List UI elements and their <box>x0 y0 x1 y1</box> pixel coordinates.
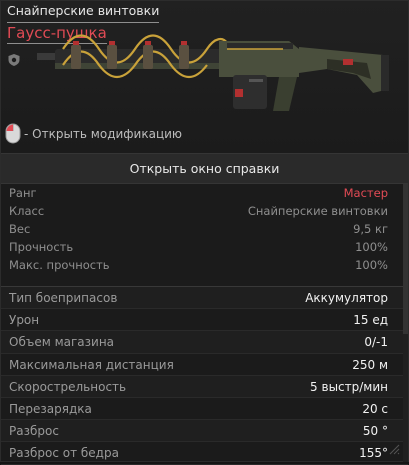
stat-row-magazine: Объем магазина 0/-1 <box>1 331 408 354</box>
stat-row-durability: Прочность 100% <box>1 238 408 256</box>
stat-label: Объем магазина <box>9 335 115 350</box>
stat-row-max-durability: Макс. прочность 100% <box>1 256 408 274</box>
basic-stats: Ранг Мастер Класс Снайперские винтовки Вес… <box>1 184 408 274</box>
stat-row-rate-of-fire: Скорострельность 5 выстр/мин <box>1 375 408 398</box>
stat-value: 155° <box>359 446 388 461</box>
stat-value: 20 с <box>362 401 388 416</box>
weapon-stats: Тип боеприпасов Аккумулятор Урон 15 ед Объ… <box>1 286 408 465</box>
item-tooltip: Снайперские винтовки Гаусс-пушка - Откры… <box>0 0 409 465</box>
hint-text: - Открыть модификацию <box>24 126 183 141</box>
stat-label: Урон <box>9 313 40 328</box>
stat-value: Аккумулятор <box>305 291 388 305</box>
stat-row-spread: Разброс 50 ° <box>1 420 408 443</box>
stat-label: Разброс <box>9 424 59 439</box>
stat-row-ammo-type: Тип боеприпасов Аккумулятор <box>1 287 408 310</box>
item-header: Снайперские винтовки Гаусс-пушка - Откры… <box>1 1 408 151</box>
stat-label: Разброс от бедра <box>9 446 119 461</box>
stat-row-hip-spread: Разброс от бедра 155° <box>1 442 408 465</box>
stat-label: Класс <box>9 204 45 218</box>
stat-label: Максимальная дистанция <box>9 357 174 372</box>
stat-label: Скорострельность <box>9 379 127 394</box>
stat-row-rank: Ранг Мастер <box>1 184 408 202</box>
stat-value: 5 выстр/мин <box>310 379 388 394</box>
open-help-button[interactable]: Открыть окно справки <box>1 153 408 184</box>
stat-value: 50 ° <box>362 424 388 439</box>
modification-hint: - Открыть модификацию <box>5 123 182 144</box>
resize-corner-icon[interactable] <box>388 443 400 455</box>
stat-row-max-range: Максимальная дистанция 250 м <box>1 354 408 376</box>
stat-label: Вес <box>9 222 31 236</box>
stat-label: Тип боеприпасов <box>9 291 118 305</box>
stat-value: 100% <box>355 240 388 254</box>
stat-label: Макс. прочность <box>9 258 110 272</box>
mouse-icon <box>5 123 21 144</box>
stat-value: 9,5 кг <box>353 222 388 236</box>
stat-row-reload: Перезарядка 20 с <box>1 398 408 421</box>
stat-value: 100% <box>355 258 388 272</box>
stat-row-damage: Урон 15 ед <box>1 309 408 332</box>
stat-value: Мастер <box>343 186 388 200</box>
stat-value: Снайперские винтовки <box>247 204 388 218</box>
stat-label: Ранг <box>9 186 37 200</box>
stat-value: 0/-1 <box>364 335 388 350</box>
stat-label: Перезарядка <box>9 401 92 416</box>
stat-row-weight: Вес 9,5 кг <box>1 220 408 238</box>
scrollbar-thumb[interactable] <box>403 184 408 334</box>
stat-value: 15 ед <box>353 313 388 328</box>
stat-label: Прочность <box>9 240 74 254</box>
stat-row-class: Класс Снайперские винтовки <box>1 202 408 220</box>
stat-value: 250 м <box>352 357 388 372</box>
gauss-cannon-image <box>37 34 389 111</box>
shield-icon <box>8 54 20 66</box>
